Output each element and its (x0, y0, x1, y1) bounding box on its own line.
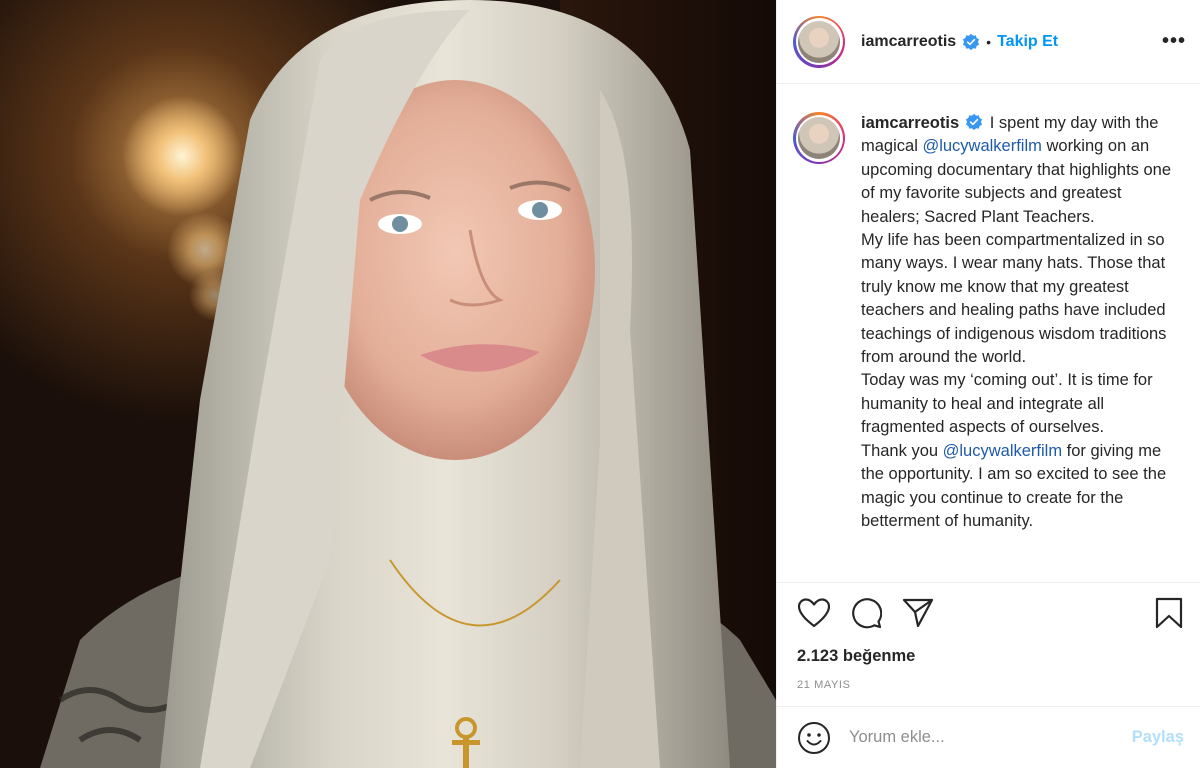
mention-link[interactable]: @lucywalkerfilm (922, 137, 1041, 155)
post-date[interactable]: 21 MAYIS (777, 675, 1200, 705)
post-photo[interactable] (0, 0, 776, 768)
heart-icon[interactable] (797, 596, 831, 630)
post-side-panel: iamcarreotis • Takip Et ••• iamcarreotis… (776, 0, 1200, 768)
comment-input[interactable] (849, 728, 1132, 747)
caption-text: iamcarreotis I spent my day with the mag… (861, 112, 1173, 576)
caption-avatar[interactable] (793, 112, 845, 164)
caption-username[interactable]: iamcarreotis (861, 114, 959, 132)
verified-badge-icon (963, 33, 980, 50)
comment-icon[interactable] (849, 596, 883, 630)
action-bar (777, 583, 1200, 643)
post-header: iamcarreotis • Takip Et ••• (777, 0, 1200, 84)
share-icon[interactable] (901, 596, 935, 630)
separator-dot: • (986, 33, 992, 50)
emoji-icon[interactable] (797, 721, 831, 755)
bookmark-icon[interactable] (1152, 596, 1186, 630)
caption-part-2: working on an upcoming documentary that … (861, 137, 1172, 460)
likes-count[interactable]: 2.123 beğenme (777, 643, 1200, 675)
mention-link[interactable]: @lucywalkerfilm (943, 442, 1062, 460)
avatar[interactable] (793, 15, 845, 68)
post-comment-button[interactable]: Paylaş (1132, 728, 1184, 747)
more-options-icon[interactable]: ••• (1162, 31, 1186, 51)
portrait-image (0, 0, 776, 768)
follow-button[interactable]: Takip Et (997, 33, 1058, 51)
actions-section: 2.123 beğenme 21 MAYIS (777, 582, 1200, 705)
caption-section: iamcarreotis I spent my day with the mag… (793, 112, 1190, 576)
comment-bar: Paylaş (777, 706, 1200, 768)
header-username[interactable]: iamcarreotis (861, 33, 956, 51)
verified-badge-icon (966, 113, 983, 131)
